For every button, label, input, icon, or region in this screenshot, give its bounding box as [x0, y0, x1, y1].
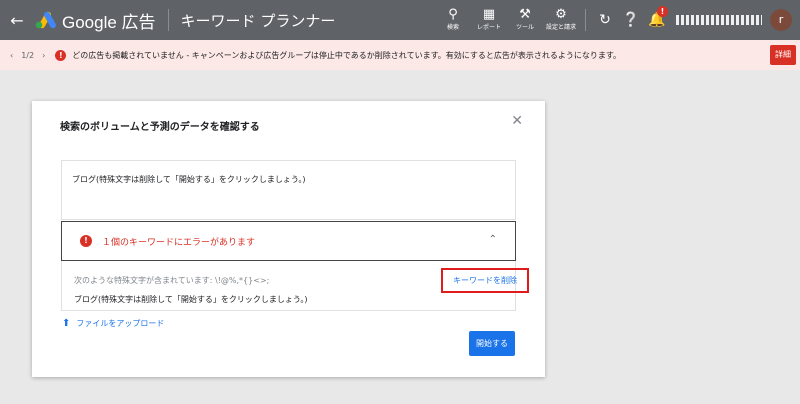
tool-label: ツール	[515, 24, 534, 31]
error-title: １個のキーワードにエラーがあります	[102, 237, 256, 248]
special-chars-message: 次のような特殊文字が含まれています: \!@%,*{}<>;	[74, 276, 270, 285]
search-tool-button[interactable]: ⚲ 検索	[435, 8, 471, 32]
report-icon: ▦	[482, 7, 496, 22]
notifications-bell-icon[interactable]: 🔔 !	[644, 6, 670, 28]
search-icon: ⚲	[448, 7, 458, 22]
alert-bar: ‹ 1/2 › ! どの広告も掲載されていません - キャンペーンおよび広告グル…	[0, 40, 800, 70]
divider	[585, 9, 586, 31]
keyword-input[interactable]: ブログ(特殊文字は削除して「開始する」をクリックしましょう。)	[61, 160, 516, 220]
notification-badge: !	[657, 6, 668, 17]
tool-label: 検索	[446, 24, 459, 31]
top-bar: ← Google 広告 キーワード プランナー ⚲ 検索 ▦ レポート ⚒ ツー…	[0, 0, 800, 40]
error-keyword: ブログ(特殊文字は削除して「開始する」をクリックしましょう。)	[74, 295, 308, 304]
app-title: キーワード プランナー	[180, 11, 336, 30]
error-panel-header[interactable]: ! １個のキーワードにエラーがあります ⌃	[61, 221, 516, 261]
close-icon[interactable]: ✕	[511, 113, 523, 129]
settings-tool-button[interactable]: ⚙ 設定と請求	[543, 8, 579, 32]
keyword-dialog: 検索のボリュームと予測のデータを確認する ✕ ブログ(特殊文字は削除して「開始す…	[32, 101, 545, 377]
remove-keyword-button[interactable]: キーワードを削除	[441, 268, 529, 293]
tools-tool-button[interactable]: ⚒ ツール	[507, 8, 543, 32]
gear-icon: ⚙	[555, 7, 567, 22]
alert-message: どの広告も掲載されていません - キャンペーンおよび広告グループは停止中であるか…	[72, 50, 622, 60]
refresh-icon[interactable]: ↻	[592, 12, 618, 28]
alert-page-count: 1/2	[21, 50, 35, 60]
back-arrow-icon[interactable]: ←	[0, 11, 34, 30]
divider	[167, 9, 169, 31]
wrench-icon: ⚒	[519, 7, 531, 22]
error-icon: !	[55, 49, 67, 61]
google-ads-logo-icon	[34, 11, 56, 29]
alert-pager: ‹ 1/2 ›	[10, 51, 45, 60]
chevron-up-icon[interactable]: ⌃	[489, 234, 497, 245]
upload-label: ファイルをアップロード	[76, 319, 165, 328]
error-panel-body: 次のような特殊文字が含まれています: \!@%,*{}<>; キーワードを削除 …	[61, 261, 529, 311]
dialog-title: 検索のボリュームと予測のデータを確認する	[60, 122, 260, 133]
toolbar: ⚲ 検索 ▦ レポート ⚒ ツール ⚙ 設定と請求 ↻ ❔ 🔔 ! r	[435, 0, 800, 40]
account-name-redacted[interactable]	[676, 15, 762, 25]
upload-file-link[interactable]: ⬆ ファイルをアップロード	[62, 318, 164, 329]
brand-name: Google 広告	[62, 12, 156, 32]
avatar[interactable]: r	[770, 9, 792, 31]
alert-detail-button[interactable]: 詳細	[770, 45, 796, 65]
chevron-right-icon[interactable]: ›	[42, 51, 45, 60]
help-icon[interactable]: ❔	[618, 12, 644, 28]
start-button[interactable]: 開始する	[469, 331, 515, 356]
tool-label: レポート	[476, 24, 501, 31]
chevron-left-icon[interactable]: ‹	[10, 51, 13, 60]
tool-label: 設定と請求	[545, 24, 576, 31]
report-tool-button[interactable]: ▦ レポート	[471, 8, 507, 32]
error-icon: !	[80, 235, 92, 247]
upload-icon: ⬆	[62, 318, 71, 329]
